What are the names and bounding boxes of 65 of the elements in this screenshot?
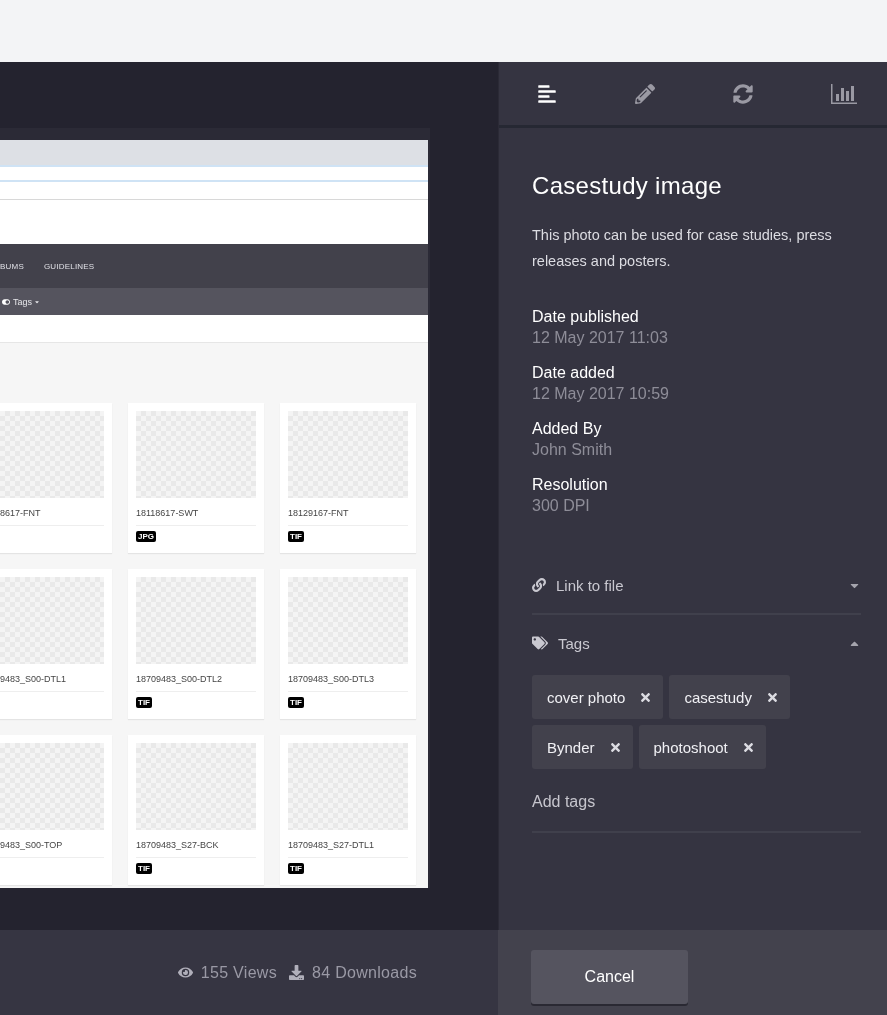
remove-tag-button[interactable]	[608, 740, 622, 754]
asset-name: 18709483_S27-BCK	[136, 840, 220, 851]
toggle-icon[interactable]	[2, 297, 10, 306]
asset-card[interactable]: 18709483_S27-DTL1 TIF	[280, 735, 416, 885]
field-value: John Smith	[532, 441, 614, 459]
field-label: Resolution	[532, 476, 609, 494]
field-label: Added By	[532, 420, 603, 438]
add-tags-input[interactable]: Add tags	[532, 789, 739, 815]
menu-lines-icon	[537, 83, 557, 104]
close-icon	[741, 740, 755, 754]
section-header[interactable]: Tags	[532, 631, 861, 655]
asset-name: 18709483_S27-DTL1	[288, 840, 376, 851]
field-value: 12 May 2017 11:03	[532, 329, 669, 347]
close-icon	[639, 690, 653, 704]
close-icon	[765, 690, 779, 704]
tag-chip: Bynder	[532, 725, 633, 769]
nav-item[interactable]: GUIDELINES	[43, 261, 95, 271]
tag-chip: photoshoot	[638, 725, 766, 769]
tag-chip: cover photo	[532, 675, 664, 719]
asset-name: 9483_S00-DTL1	[0, 674, 68, 685]
asset-name: 18709483_S00-DTL2	[136, 674, 224, 685]
asset-description: This photo can be used for case studies, press releases and posters.	[532, 226, 833, 271]
refresh-icon	[733, 83, 753, 104]
file-type-badge: TIF	[136, 697, 152, 708]
remove-tag-button[interactable]	[639, 690, 653, 704]
field-value: 12 May 2017 10:59	[532, 385, 670, 403]
asset-card[interactable]: 8617-FNT	[0, 403, 112, 553]
link-icon	[532, 578, 546, 592]
bar-chart-icon	[831, 83, 857, 104]
file-type-badge: JPG	[136, 531, 156, 542]
asset-card[interactable]: 18118617-SWT JPG	[128, 403, 264, 553]
cancel-button[interactable]: Cancel	[531, 950, 688, 1004]
download-icon	[289, 965, 304, 980]
file-type-badge: TIF	[288, 697, 304, 708]
tags-filter[interactable]: Tags	[13, 296, 40, 307]
field-label: Date published	[532, 308, 640, 326]
remove-tag-button[interactable]	[741, 740, 755, 754]
close-icon	[608, 740, 622, 754]
field-label: Date added	[532, 364, 616, 382]
remove-tag-button[interactable]	[765, 690, 779, 704]
asset-name: 8617-FNT	[0, 508, 42, 519]
asset-name: 9483_S00-TOP	[0, 840, 64, 851]
downloads-count: 84 Downloads	[312, 963, 417, 982]
asset-card[interactable]: 18129167-FNT TIF	[280, 403, 416, 553]
section-header[interactable]: Link to file	[532, 573, 861, 597]
pencil-icon	[635, 83, 655, 104]
asset-name: 18129167-FNT	[288, 508, 350, 519]
asset-card[interactable]: 18709483_S27-BCK TIF	[128, 735, 264, 885]
asset-card[interactable]: 9483_S00-TOP	[0, 735, 112, 885]
file-type-badge: TIF	[288, 531, 304, 542]
asset-card[interactable]: 18709483_S00-DTL3 TIF	[280, 569, 416, 719]
asset-title: Casestudy image	[532, 172, 723, 200]
caret-icon	[34, 298, 40, 305]
file-type-badge: TIF	[288, 863, 304, 874]
asset-name: 18118617-SWT	[136, 508, 200, 519]
tag-chip: casestudy	[669, 675, 790, 719]
views-count: 155 Views	[200, 963, 277, 982]
field-value: 300 DPI	[532, 497, 591, 515]
file-type-badge: TIF	[136, 863, 152, 874]
asset-name: 18709483_S00-DTL3	[288, 674, 376, 685]
tags-icon	[532, 635, 548, 651]
asset-card[interactable]: 18709483_S00-DTL2 TIF	[128, 569, 264, 719]
eye-icon	[177, 965, 193, 980]
asset-card[interactable]: 9483_S00-DTL1	[0, 569, 112, 719]
nav-item[interactable]: BUMS	[0, 261, 24, 271]
